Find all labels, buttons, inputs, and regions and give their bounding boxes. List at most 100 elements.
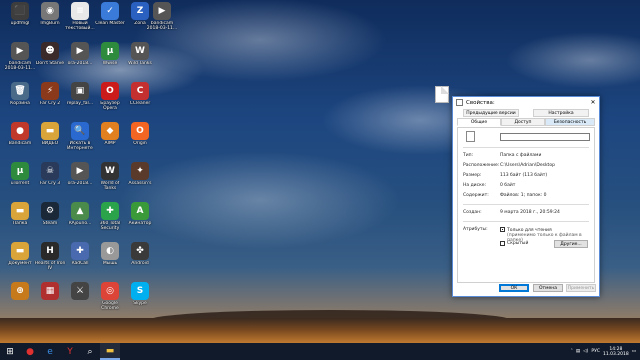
- desktop-icon[interactable]: ✤ Android: [124, 242, 156, 266]
- desktop-icon-label: World of Tanks: [100, 181, 120, 191]
- ok-button[interactable]: ОК: [499, 284, 529, 292]
- notifications-icon[interactable]: ▭: [632, 349, 636, 354]
- desktop-icon[interactable]: ✚ RadCall: [64, 242, 96, 266]
- desktop-icon[interactable]: ◆ AIMP: [94, 122, 126, 146]
- desktop-icon-label: bandicam 2018-03-11...: [4, 61, 36, 71]
- size-on-disk-value: 0 байт: [500, 183, 516, 188]
- tab-sharing[interactable]: Доступ: [501, 118, 545, 126]
- desktop-icon[interactable]: ✚ 360 Total Security: [94, 202, 126, 231]
- desktop-icon-label: bandicam 2018-03-11...: [146, 21, 178, 31]
- clock[interactable]: 14:28 11.03.2018: [603, 347, 629, 357]
- desktop-icon[interactable]: ✦ Assassin's: [124, 162, 156, 186]
- desktop-icon-label: Корзина: [10, 101, 30, 106]
- desktop-icon[interactable]: ▶ ora-2018...: [64, 162, 96, 186]
- desktop-icon[interactable]: W Wild Tanks: [124, 42, 156, 66]
- desktop-icon-label: CCleaner: [129, 101, 151, 106]
- desktop-icon[interactable]: ▦: [34, 282, 66, 301]
- desktop-icon[interactable]: A Акинатор: [124, 202, 156, 226]
- app-icon: S: [131, 282, 149, 300]
- desktop-icon[interactable]: ☠ Far Cry 3: [34, 162, 66, 186]
- desktop-icon-label: Far Cry 3: [39, 181, 61, 186]
- app-icon: 🔍: [71, 122, 89, 140]
- hidden-checkbox[interactable]: [500, 241, 505, 246]
- desktop-icon[interactable]: µ Wwise: [94, 42, 126, 66]
- desktop-icon[interactable]: ◎ Google Chrome: [94, 282, 126, 311]
- desktop-icon[interactable]: S Skype: [124, 282, 156, 306]
- size-on-disk-label: На диске:: [463, 183, 487, 188]
- tab-security[interactable]: Безопасность: [545, 118, 595, 126]
- desktop-icon-label: uTorrent: [10, 181, 30, 186]
- desktop-icon[interactable]: ▶ bandicam 2018-03-11...: [146, 2, 178, 31]
- name-field[interactable]: [500, 133, 590, 141]
- desktop-icon[interactable]: ⬛ updfmgl: [4, 2, 36, 26]
- other-attributes-button[interactable]: Другие...: [554, 240, 588, 248]
- desktop-icon-label: Wwise: [102, 61, 118, 66]
- app-icon: ▶: [71, 162, 89, 180]
- desktop-icon-label: ora-2018...: [67, 181, 93, 186]
- network-icon[interactable]: ▤: [576, 349, 580, 354]
- app-icon: ⚙: [41, 202, 59, 220]
- desktop-icon-label: Акинатор: [128, 221, 152, 226]
- app-icon: ▶: [153, 2, 171, 20]
- desktop-icon[interactable]: O Origin: [124, 122, 156, 146]
- chevron-up-icon[interactable]: ˄: [571, 349, 573, 354]
- volume-icon[interactable]: ◁): [583, 349, 588, 354]
- desktop-icon[interactable]: ◐ Мышь: [94, 242, 126, 266]
- desktop-icon[interactable]: ≡ Новый текстовый...: [64, 2, 96, 31]
- desktop-icon[interactable]: ▣ replay_fal...: [64, 82, 96, 106]
- desktop-icon[interactable]: ⚙ Steam: [34, 202, 66, 226]
- desktop-icon-label: 360 Total Security: [99, 221, 121, 231]
- desktop-icon[interactable]: ⚔: [64, 282, 96, 301]
- language-indicator[interactable]: РУС: [591, 349, 600, 354]
- desktop-icon[interactable]: ▶ bandicam 2018-03-11...: [4, 42, 36, 71]
- desktop-icon[interactable]: ▬ Документ: [4, 242, 36, 266]
- desktop-icon-label: RadCall: [71, 261, 89, 266]
- selected-file-icon[interactable]: [435, 86, 449, 103]
- desktop-icon[interactable]: ▶ ora-2018...: [64, 42, 96, 66]
- divider: [463, 204, 589, 205]
- desktop-icon[interactable]: ⚡ Far Cry 2: [34, 82, 66, 106]
- readonly-checkbox[interactable]: [500, 227, 505, 232]
- desktop-icon[interactable]: 🔍 Искать в Интернете: [64, 122, 96, 151]
- tab-general[interactable]: Общие: [457, 118, 501, 126]
- desktop-icon[interactable]: ▲ RAjouno...: [64, 202, 96, 226]
- taskbar-items: ⊞ ● e Y ⌕ ▬: [0, 343, 120, 360]
- desktop-icon-label: Origin: [133, 141, 147, 146]
- desktop-icon[interactable]: ● Bandicam: [4, 122, 36, 146]
- desktop-icon[interactable]: O Браузер Opera: [94, 82, 126, 111]
- desktop-icon-label: replay_fal...: [66, 101, 94, 106]
- desktop-icon[interactable]: H Hearts of Iron IV: [34, 242, 66, 271]
- desktop-icon[interactable]: µ uTorrent: [4, 162, 36, 186]
- desktop-icon[interactable]: W World of Tanks: [94, 162, 126, 191]
- desktop-icon[interactable]: ☻ Don't Starve: [34, 42, 66, 66]
- divider: [463, 221, 589, 222]
- taskbar-explorer-icon[interactable]: ▬: [100, 343, 120, 360]
- taskbar-search-icon[interactable]: ⌕: [80, 343, 100, 360]
- taskbar-record-icon[interactable]: ●: [20, 343, 40, 360]
- taskbar-ie-icon[interactable]: e: [40, 343, 60, 360]
- apply-button[interactable]: Применить: [566, 284, 596, 292]
- desktop-icon-label: Bandicam: [8, 141, 32, 146]
- desktop-icon[interactable]: ▬ Папка: [4, 202, 36, 226]
- desktop-icon[interactable]: C CCleaner: [124, 82, 156, 106]
- desktop-icon[interactable]: ◉ ImgBurn: [34, 2, 66, 26]
- app-icon: µ: [101, 42, 119, 60]
- desktop-icon[interactable]: ⊕: [4, 282, 36, 301]
- type-label: Тип:: [463, 153, 474, 158]
- close-icon[interactable]: ✕: [587, 99, 599, 106]
- taskbar-yandex-icon[interactable]: Y: [60, 343, 80, 360]
- cancel-button[interactable]: Отмена: [533, 284, 563, 292]
- desktop-icon[interactable]: ✓ Clean Master: [94, 2, 126, 26]
- desktop-icon-label: Far Cry 2: [39, 101, 61, 106]
- tab-customize[interactable]: Настройка: [533, 109, 589, 117]
- desktop-icon[interactable]: ▬ ВИДЕО: [34, 122, 66, 146]
- tab-previous-versions[interactable]: Предыдущие версии: [463, 109, 519, 117]
- desktop-icon-label: Android: [131, 261, 149, 266]
- desktop-icon[interactable]: 🗑 Корзина: [4, 82, 36, 106]
- created-value: 9 марта 2018 г., 20:59:24: [500, 210, 560, 215]
- dialog-title: Свойства:: [466, 99, 495, 106]
- app-icon: A: [131, 202, 149, 220]
- contains-label: Содержит:: [463, 193, 489, 198]
- start-button[interactable]: ⊞: [0, 343, 20, 360]
- dialog-titlebar[interactable]: Свойства: ✕: [453, 97, 599, 108]
